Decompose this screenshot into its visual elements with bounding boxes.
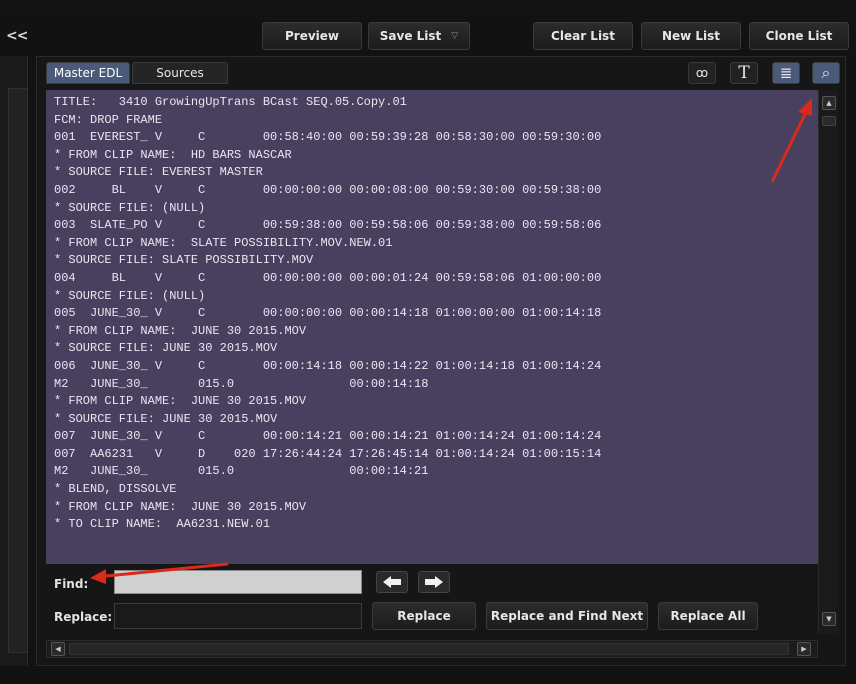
annotation-arrow-find bbox=[90, 562, 229, 584]
annotation-arrow-search bbox=[770, 98, 812, 183]
annotation-overlay bbox=[90, 98, 812, 584]
